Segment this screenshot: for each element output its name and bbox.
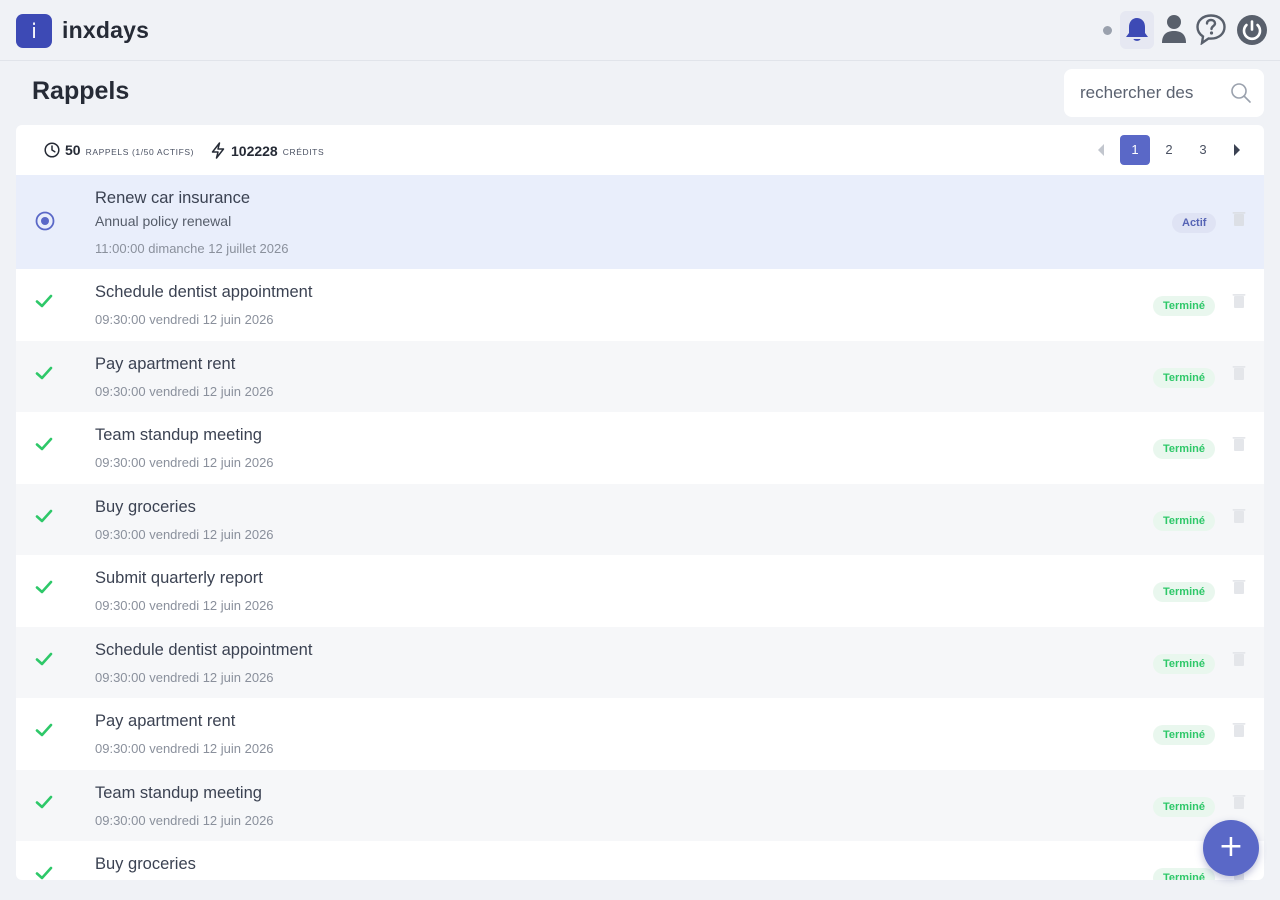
reminder-title: Team standup meeting — [95, 783, 262, 802]
clock-icon — [44, 142, 60, 158]
bell-icon — [1126, 18, 1148, 41]
check-icon[interactable] — [35, 722, 53, 738]
trash-icon[interactable] — [1232, 365, 1246, 381]
status-badge: Terminé — [1153, 510, 1215, 531]
reminder-title: Renew car insurance — [95, 189, 250, 207]
check-icon[interactable] — [35, 293, 53, 309]
app-name[interactable]: inxdays — [62, 17, 149, 44]
status-badge: Terminé — [1153, 367, 1215, 388]
credits-count: 102228 — [231, 142, 278, 159]
stats-bar: 50 RAPPELS (1/50 ACTIFS) 102228 CRÉDITS … — [16, 125, 1264, 175]
app-logo[interactable]: i — [16, 14, 52, 48]
search-box[interactable] — [1064, 69, 1264, 117]
reminders-label: RAPPELS (1/50 ACTIFS) — [85, 146, 195, 157]
reminder-timestamp: 09:30:00 vendredi 12 juin 2026 — [95, 741, 274, 756]
help-icon[interactable] — [1195, 13, 1227, 45]
reminder-title: Schedule dentist appointment — [95, 283, 313, 301]
reminder-title: Pay apartment rent — [95, 712, 236, 730]
reminder-row[interactable]: Team standup meeting 09:30:00 vendredi 1… — [16, 412, 1264, 484]
reminder-timestamp: 09:30:00 vendredi 12 juin 2026 — [95, 812, 274, 828]
reminder-timestamp: 09:30:00 vendredi 12 juin 2026 — [95, 312, 274, 327]
reminder-title: Buy groceries — [95, 855, 196, 873]
radio-active-icon[interactable] — [35, 211, 55, 231]
page-button-2[interactable]: 2 — [1154, 135, 1184, 165]
reminder-title: Buy groceries — [95, 497, 196, 516]
reminders-panel: 50 RAPPELS (1/50 ACTIFS) 102228 CRÉDITS … — [16, 125, 1264, 880]
status-badge: Terminé — [1153, 439, 1215, 459]
reminder-row[interactable]: Renew car insurance Annual policy renewa… — [16, 175, 1264, 269]
page-button-1[interactable]: 1 — [1120, 135, 1150, 165]
trash-icon[interactable] — [1232, 436, 1246, 452]
trash-icon[interactable] — [1232, 722, 1246, 738]
trash-icon[interactable] — [1232, 579, 1246, 595]
power-icon[interactable] — [1236, 14, 1268, 46]
status-badge: Terminé — [1153, 296, 1215, 316]
prev-page-icon[interactable] — [1096, 143, 1106, 157]
plus-icon: + — [1218, 829, 1244, 864]
search-icon[interactable] — [1230, 82, 1252, 104]
reminders-count: 50 — [65, 142, 81, 158]
reminder-timestamp: 11:00:00 dimanche 12 juillet 2026 — [95, 241, 289, 256]
page-button-3[interactable]: 3 — [1188, 135, 1218, 165]
reminder-title: Schedule dentist appointment — [95, 640, 313, 659]
add-reminder-button[interactable]: + — [1203, 820, 1259, 876]
reminder-title: Pay apartment rent — [95, 354, 236, 373]
reminder-row[interactable]: Pay apartment rent 09:30:00 vendredi 12 … — [16, 340, 1264, 412]
check-icon[interactable] — [35, 794, 53, 810]
reminder-title: Submit quarterly report — [95, 569, 263, 587]
reminder-row[interactable]: Buy groceries Terminé — [16, 841, 1264, 880]
reminder-row[interactable]: Submit quarterly report 09:30:00 vendred… — [16, 555, 1264, 627]
reminder-row[interactable]: Schedule dentist appointment 09:30:00 ve… — [16, 626, 1264, 698]
status-badge: Actif — [1172, 213, 1217, 233]
reminder-timestamp: 09:30:00 vendredi 12 juin 2026 — [95, 669, 274, 685]
check-icon[interactable] — [35, 651, 53, 667]
reminders-list: Renew car insurance Annual policy renewa… — [16, 175, 1264, 880]
trash-icon[interactable] — [1232, 508, 1246, 524]
notifications-button[interactable] — [1120, 11, 1154, 49]
status-badge: Terminé — [1153, 653, 1215, 674]
trash-icon[interactable] — [1232, 651, 1246, 667]
check-icon[interactable] — [35, 365, 53, 381]
reminder-row[interactable]: Pay apartment rent 09:30:00 vendredi 12 … — [16, 698, 1264, 770]
trash-icon[interactable] — [1232, 794, 1246, 810]
reminder-timestamp: 09:30:00 vendredi 12 juin 2026 — [95, 383, 274, 399]
reminder-timestamp: 09:30:00 vendredi 12 juin 2026 — [95, 526, 274, 542]
top-bar: i inxdays — [0, 0, 1280, 61]
user-icon[interactable] — [1160, 14, 1188, 44]
search-input[interactable] — [1080, 82, 1220, 104]
check-icon[interactable] — [35, 508, 53, 524]
page-title: Rappels — [32, 77, 130, 105]
trash-icon[interactable] — [1232, 211, 1246, 227]
bolt-icon — [211, 142, 225, 159]
check-icon[interactable] — [35, 436, 53, 452]
notification-dot — [1103, 26, 1112, 35]
check-icon[interactable] — [35, 865, 53, 880]
next-page-icon[interactable] — [1232, 143, 1242, 157]
reminder-title: Team standup meeting — [95, 426, 262, 444]
reminder-row[interactable]: Schedule dentist appointment 09:30:00 ve… — [16, 269, 1264, 341]
check-icon[interactable] — [35, 579, 53, 595]
credits-label: CRÉDITS — [282, 147, 325, 157]
reminder-timestamp: 09:30:00 vendredi 12 juin 2026 — [95, 598, 274, 613]
status-badge: Terminé — [1153, 796, 1215, 817]
reminder-row[interactable]: Buy groceries 09:30:00 vendredi 12 juin … — [16, 483, 1264, 555]
reminder-row[interactable]: Team standup meeting 09:30:00 vendredi 1… — [16, 769, 1264, 841]
reminder-subtitle: Annual policy renewal — [95, 213, 232, 229]
reminder-timestamp: 09:30:00 vendredi 12 juin 2026 — [95, 455, 274, 470]
credits-stat: 102228 CRÉDITS — [210, 142, 324, 159]
status-badge: Terminé — [1153, 582, 1215, 602]
reminders-stat: 50 RAPPELS (1/50 ACTIFS) — [44, 142, 194, 158]
status-badge: Terminé — [1153, 725, 1215, 745]
trash-icon[interactable] — [1232, 293, 1246, 309]
